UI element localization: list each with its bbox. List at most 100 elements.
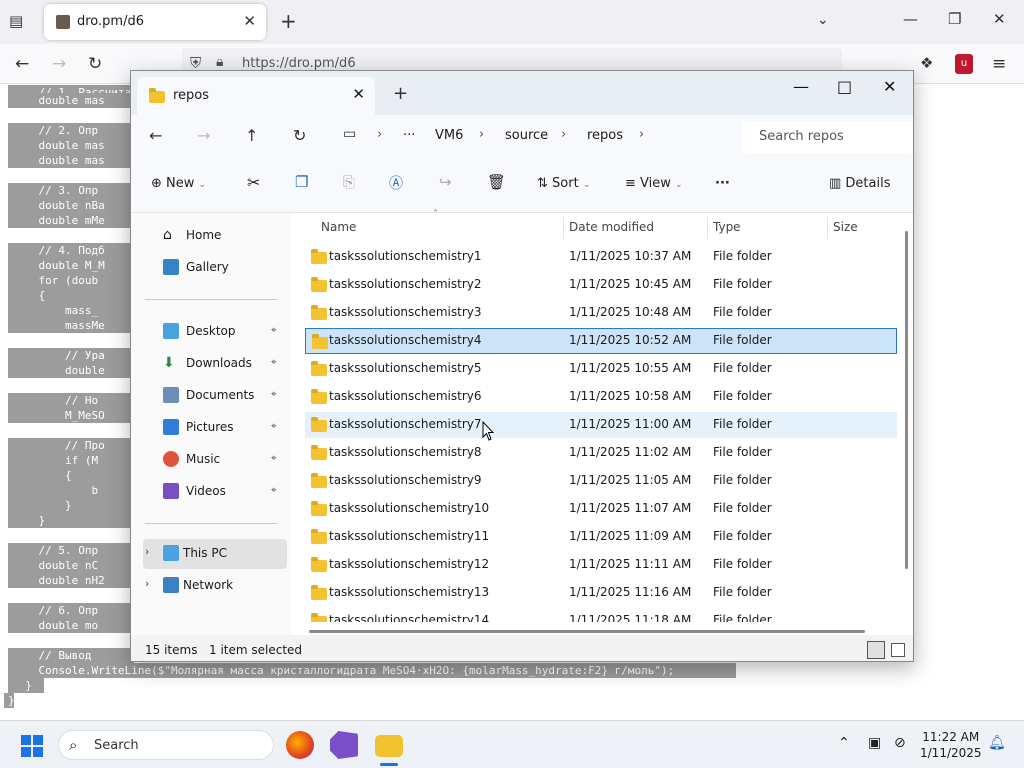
minimize-button[interactable]: — <box>793 77 809 96</box>
sidebar-item-home[interactable]: ⌂ Home <box>143 221 287 251</box>
column-header-date[interactable]: Date modified <box>569 220 654 234</box>
pin-icon[interactable]: ⌖ <box>271 325 277 336</box>
column-header-size[interactable]: Size <box>833 220 858 234</box>
sidebar-item-this-pc[interactable]: › This PC <box>143 539 287 569</box>
close-tab-icon[interactable]: ✕ <box>243 12 256 30</box>
pin-icon[interactable]: ⌖ <box>271 421 277 432</box>
table-row[interactable]: taskssolutionschemistry12 1/11/2025 11:1… <box>305 552 897 578</box>
maximize-button[interactable]: ❐ <box>948 10 961 28</box>
horizontal-scrollbar[interactable] <box>309 630 865 633</box>
table-row[interactable]: taskssolutionschemistry14 1/11/2025 11:1… <box>305 608 897 622</box>
chevron-right-icon[interactable]: › <box>377 127 382 142</box>
column-header-type[interactable]: Type <box>713 220 741 234</box>
column-divider[interactable] <box>563 217 564 239</box>
pin-icon[interactable]: ⌖ <box>271 453 277 464</box>
table-row[interactable]: taskssolutionschemistry8 1/11/2025 11:02… <box>305 440 897 466</box>
visual-studio-icon[interactable] <box>330 731 358 759</box>
reload-icon[interactable]: ↻ <box>88 54 102 74</box>
sidebar-item-downloads[interactable]: ⬇ Downloads ⌖ <box>143 349 287 379</box>
forward-icon[interactable]: → <box>52 54 66 74</box>
sidebar-item-pictures[interactable]: Pictures ⌖ <box>143 413 287 443</box>
column-divider[interactable] <box>707 217 708 239</box>
table-row[interactable]: taskssolutionschemistry10 1/11/2025 11:0… <box>305 496 897 522</box>
explorer-tab[interactable]: repos ✕ <box>137 77 375 115</box>
table-row-selected[interactable]: taskssolutionschemistry4 1/11/2025 10:52… <box>305 328 897 354</box>
table-row-hovered[interactable]: taskssolutionschemistry7 1/11/2025 11:00… <box>305 412 897 438</box>
table-row[interactable]: taskssolutionschemistry5 1/11/2025 10:55… <box>305 356 897 382</box>
more-options-button[interactable]: ··· <box>715 176 730 191</box>
minimize-button[interactable]: — <box>903 10 918 28</box>
network-status-icon[interactable]: ⊘ <box>894 735 906 751</box>
firefox-icon[interactable] <box>286 731 314 759</box>
breadcrumb-vm6[interactable]: VM6 <box>435 128 463 143</box>
new-tab-button[interactable]: + <box>280 9 297 33</box>
chevron-up-icon[interactable]: ⌃ <box>838 735 850 751</box>
refresh-icon[interactable]: ↻ <box>293 126 306 145</box>
back-icon[interactable]: ← <box>15 54 29 74</box>
chevron-right-icon[interactable]: › <box>145 577 149 590</box>
view-button[interactable]: ≡ View ⌄ <box>625 176 683 191</box>
table-row[interactable]: taskssolutionschemistry3 1/11/2025 10:48… <box>305 300 897 326</box>
pin-icon[interactable]: ⌖ <box>271 389 277 400</box>
table-row[interactable]: taskssolutionschemistry13 1/11/2025 11:1… <box>305 580 897 606</box>
table-row[interactable]: taskssolutionschemistry2 1/11/2025 10:45… <box>305 272 897 298</box>
sort-button[interactable]: ⇅ Sort ⌄ <box>537 176 590 191</box>
search-input[interactable]: Search repos <box>743 121 913 153</box>
share-icon[interactable]: ↪ <box>439 173 452 191</box>
maximize-button[interactable]: □ <box>837 77 852 96</box>
tab-list-icon[interactable]: ▤ <box>9 12 29 32</box>
close-window-button[interactable]: ✕ <box>883 77 896 96</box>
sidebar-item-desktop[interactable]: Desktop ⌖ <box>143 317 287 347</box>
file-explorer-icon[interactable] <box>375 735 403 757</box>
sidebar-item-music[interactable]: Music ⌖ <box>143 445 287 475</box>
chevron-right-icon[interactable]: › <box>145 545 149 558</box>
display-icon[interactable]: ▣ <box>868 735 881 751</box>
breadcrumb-repos[interactable]: repos <box>587 128 623 143</box>
table-row[interactable]: taskssolutionschemistry1 1/11/2025 10:37… <box>305 244 897 270</box>
browser-tab[interactable]: dro.pm/d6 ✕ <box>44 4 266 40</box>
url-text[interactable]: https://dro.pm/d6 <box>242 56 356 71</box>
delete-icon[interactable]: 🗑︎ <box>487 173 506 191</box>
up-icon[interactable]: ↑ <box>245 126 258 145</box>
cut-icon[interactable]: ✂ <box>247 173 260 192</box>
menu-icon[interactable]: ≡ <box>992 54 1006 74</box>
paste-icon[interactable]: ⎘ <box>343 173 355 191</box>
tiles-view-icon[interactable] <box>891 643 905 657</box>
chevron-right-icon[interactable]: › <box>479 127 484 142</box>
column-divider[interactable] <box>827 217 828 239</box>
back-icon[interactable]: ← <box>149 126 162 145</box>
breadcrumb-more[interactable]: ··· <box>403 128 415 143</box>
this-pc-icon[interactable]: ▭ <box>343 126 356 142</box>
ublock-icon[interactable]: u <box>955 54 973 74</box>
pin-icon[interactable]: ⌖ <box>271 485 277 496</box>
forward-icon[interactable]: → <box>197 126 210 145</box>
lock-icon[interactable]: 🔒︎ <box>216 54 223 70</box>
rename-icon[interactable]: Ⓐ <box>389 173 403 193</box>
table-row[interactable]: taskssolutionschemistry11 1/11/2025 11:0… <box>305 524 897 550</box>
close-tab-icon[interactable]: ✕ <box>352 85 365 103</box>
chevron-right-icon[interactable]: › <box>639 127 644 142</box>
chevron-right-icon[interactable]: › <box>561 127 566 142</box>
new-tab-button[interactable]: + <box>393 83 408 104</box>
pin-icon[interactable]: ⌖ <box>271 357 277 368</box>
sidebar-item-network[interactable]: › Network <box>143 571 287 601</box>
copy-icon[interactable]: ❐ <box>295 173 308 191</box>
sidebar-item-videos[interactable]: Videos ⌖ <box>143 477 287 507</box>
details-pane-button[interactable]: ▥ Details <box>829 176 891 191</box>
start-icon[interactable] <box>21 735 43 757</box>
vertical-scrollbar[interactable] <box>905 231 908 569</box>
extensions-icon[interactable]: ❖ <box>920 54 933 72</box>
table-row[interactable]: taskssolutionschemistry6 1/11/2025 10:58… <box>305 384 897 410</box>
clock[interactable]: 11:22 AM 1/11/2025 <box>920 729 982 761</box>
breadcrumb-source[interactable]: source <box>505 128 548 143</box>
close-window-button[interactable]: ✕ <box>993 10 1006 28</box>
details-view-icon[interactable] <box>867 641 885 659</box>
column-header-name[interactable]: Name <box>321 220 356 234</box>
table-row[interactable]: taskssolutionschemistry9 1/11/2025 11:05… <box>305 468 897 494</box>
taskbar-search[interactable]: ⌕ Search <box>58 730 274 760</box>
new-button[interactable]: ⊕ New ⌄ <box>151 176 206 191</box>
sidebar-item-documents[interactable]: Documents ⌖ <box>143 381 287 411</box>
list-all-tabs-icon[interactable]: ⌄ <box>817 12 829 28</box>
notification-bell-icon[interactable]: 🔔︎ <box>988 735 1006 751</box>
sidebar-item-gallery[interactable]: Gallery <box>143 253 287 283</box>
